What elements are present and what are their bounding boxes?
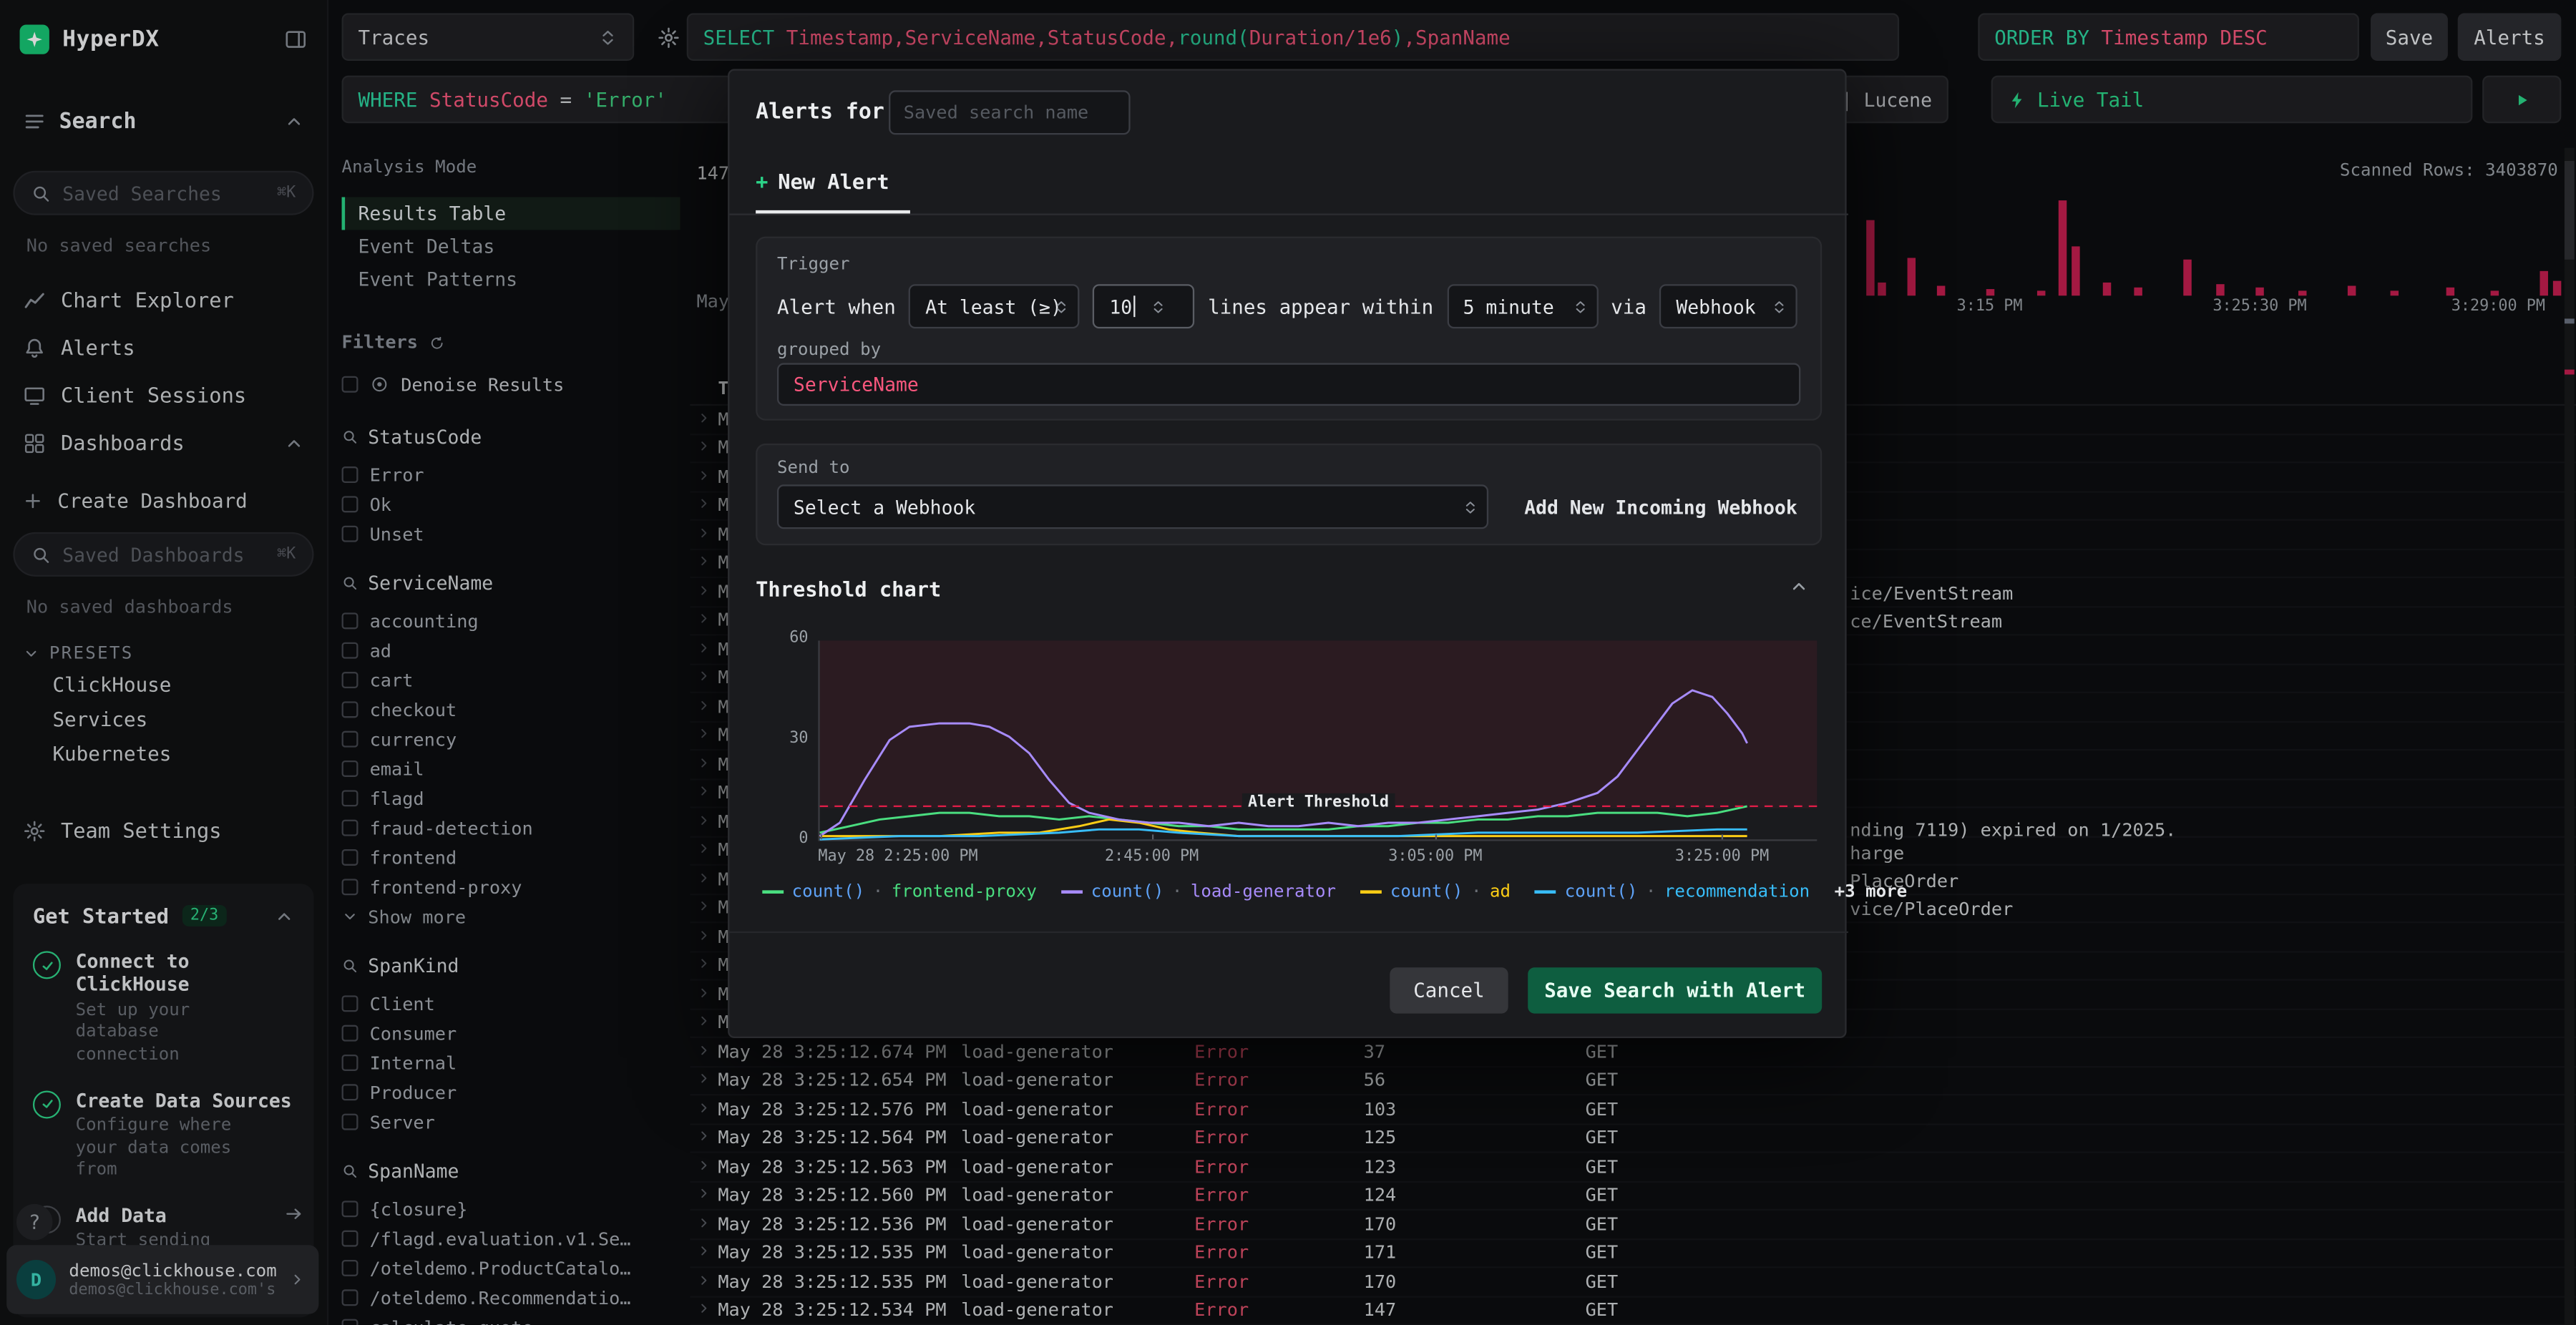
grouped-by-label: grouped by bbox=[776, 340, 882, 360]
y-tick-label: 30 bbox=[789, 729, 809, 748]
threshold-chart: Alert Threshold 0 30 60 May 28 2:25:00 PM 2:… bbox=[756, 612, 1822, 875]
collapse-chart-icon[interactable] bbox=[1789, 577, 1809, 597]
app-root: HyperDX Search Saved Searches ⌘K No save… bbox=[0, 0, 2576, 1325]
via-label: via bbox=[1611, 295, 1647, 318]
updown-chevrons-icon bbox=[1772, 298, 1788, 315]
send-to-label: Send to bbox=[776, 458, 850, 479]
legend-metric: count() bbox=[1091, 881, 1164, 902]
updown-chevrons-icon bbox=[1053, 298, 1070, 315]
tab-new-alert-label: New Alert bbox=[778, 169, 889, 194]
time-window-value: 5 minute bbox=[1463, 295, 1554, 318]
legend-metric: count() bbox=[1390, 881, 1463, 902]
number-spinner-icon[interactable] bbox=[1151, 298, 1167, 315]
alert-condition-select[interactable]: At least (≥) bbox=[909, 284, 1080, 329]
save-search-with-alert-button[interactable]: Save Search with Alert bbox=[1528, 967, 1823, 1014]
legend-item-frontend-proxy[interactable]: count() · frontend-proxy bbox=[762, 881, 1037, 902]
y-tick-label: 60 bbox=[789, 629, 809, 647]
modal-title: Alerts for bbox=[756, 100, 884, 125]
y-tick-label: 0 bbox=[799, 829, 809, 848]
legend-series-name: load-generator bbox=[1190, 881, 1337, 902]
grouped-by-value: ServiceName bbox=[793, 373, 919, 396]
legend-more-button[interactable]: +3 more bbox=[1835, 882, 1908, 902]
legend-dash bbox=[762, 890, 784, 894]
chart-legend: count() · frontend-proxy count() · load-gener… bbox=[762, 881, 1908, 902]
legend-item-ad[interactable]: count() · ad bbox=[1360, 881, 1511, 902]
legend-separator: · bbox=[1171, 881, 1183, 902]
time-window-select[interactable]: 5 minute bbox=[1446, 284, 1598, 329]
chart-plot-area: Alert Threshold bbox=[818, 640, 1818, 841]
threshold-value-input[interactable]: 10 bbox=[1093, 284, 1195, 329]
updown-chevrons-icon bbox=[1462, 499, 1478, 515]
alert-when-label: Alert when bbox=[776, 295, 896, 318]
legend-separator: · bbox=[1645, 881, 1657, 902]
alert-threshold-label: Alert Threshold bbox=[1241, 793, 1396, 812]
legend-metric: count() bbox=[791, 881, 865, 902]
alert-modal: Alerts for Saved search name + New Alert… bbox=[728, 69, 1907, 1039]
legend-separator: · bbox=[1470, 881, 1482, 902]
trigger-label: Trigger bbox=[776, 254, 850, 275]
trigger-panel: Trigger Alert when At least (≥) 10 lines… bbox=[756, 236, 1823, 421]
channel-select[interactable]: Webhook bbox=[1659, 284, 1798, 329]
cancel-button[interactable]: Cancel bbox=[1390, 967, 1508, 1014]
divider bbox=[729, 931, 1848, 934]
legend-series-name: ad bbox=[1489, 881, 1511, 902]
legend-dash bbox=[1061, 890, 1083, 894]
legend-series-name: frontend-proxy bbox=[891, 881, 1037, 902]
divider bbox=[729, 213, 1848, 215]
webhook-select[interactable]: Select a Webhook bbox=[776, 484, 1489, 529]
legend-dash bbox=[1360, 890, 1382, 894]
text-caret bbox=[1133, 295, 1136, 318]
x-tick-label: 2:45:00 PM bbox=[1104, 847, 1199, 866]
legend-item-recommendation[interactable]: count() · recommendation bbox=[1535, 881, 1810, 902]
add-new-incoming-webhook-button[interactable]: Add New Incoming Webhook bbox=[1524, 495, 1800, 518]
x-tick-label: 3:05:00 PM bbox=[1388, 847, 1483, 866]
legend-series-name: recommendation bbox=[1664, 881, 1810, 902]
saved-search-name-input[interactable]: Saved search name bbox=[889, 90, 1131, 135]
grouped-by-input[interactable]: ServiceName bbox=[776, 363, 1801, 406]
x-tick-label: 3:25:00 PM bbox=[1674, 847, 1770, 866]
channel-value: Webhook bbox=[1676, 295, 1756, 318]
updown-chevrons-icon bbox=[1571, 298, 1588, 315]
threshold-chart-title: Threshold chart bbox=[756, 576, 942, 602]
legend-metric: count() bbox=[1564, 881, 1638, 902]
webhook-select-value: Select a Webhook bbox=[793, 495, 976, 519]
threshold-value: 10 bbox=[1109, 295, 1133, 318]
chart-series-count-load-generator bbox=[819, 689, 1748, 837]
lines-appear-within-label: lines appear within bbox=[1208, 295, 1434, 318]
legend-separator: · bbox=[872, 881, 884, 902]
plus-icon: + bbox=[756, 169, 769, 194]
alert-condition-value: At least (≥) bbox=[925, 295, 1062, 318]
tab-new-alert[interactable]: + New Alert bbox=[756, 169, 889, 193]
legend-item-load-generator[interactable]: count() · load-generator bbox=[1061, 881, 1337, 902]
x-tick-label: May 28 2:25:00 PM bbox=[818, 847, 978, 866]
legend-dash bbox=[1535, 890, 1557, 894]
send-to-panel: Send to Select a Webhook Add New Incomin… bbox=[756, 443, 1823, 546]
saved-search-name-placeholder: Saved search name bbox=[903, 102, 1089, 124]
